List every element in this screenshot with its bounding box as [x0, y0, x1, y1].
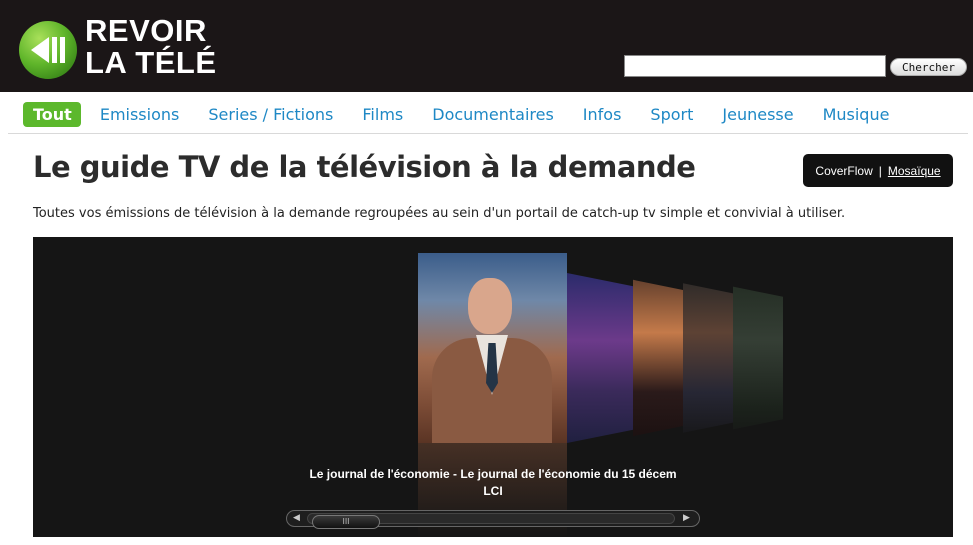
nav-list: Tout Emissions Series / Fictions Films D…	[8, 94, 968, 134]
nav-item-series-fictions[interactable]: Series / Fictions	[208, 105, 333, 124]
nav-item-jeunesse[interactable]: Jeunesse	[722, 105, 793, 124]
cover-face	[468, 278, 512, 334]
nav-item-documentaires[interactable]: Documentaires	[432, 105, 554, 124]
nav-item-emissions[interactable]: Emissions	[100, 105, 180, 124]
cover-item[interactable]	[567, 273, 635, 443]
logo-line-2: LA TÉLÉ	[85, 45, 217, 80]
category-nav: Tout Emissions Series / Fictions Films D…	[8, 94, 968, 134]
nav-item-films[interactable]: Films	[362, 105, 403, 124]
cover-item-selected[interactable]	[418, 253, 567, 443]
view-mosaique-link[interactable]: Mosaïque	[888, 164, 941, 178]
cover-item[interactable]	[733, 286, 783, 430]
nav-item-infos[interactable]: Infos	[583, 105, 622, 124]
rewind-play-icon[interactable]	[18, 20, 78, 80]
site-logo[interactable]: REVOIR LA TÉLÉ	[85, 15, 217, 79]
cover-item[interactable]	[683, 283, 733, 433]
nav-item-tout[interactable]: Tout	[23, 101, 81, 127]
nav-item-sport[interactable]: Sport	[650, 105, 693, 124]
site-header: REVOIR LA TÉLÉ Chercher	[0, 0, 973, 92]
cover-item[interactable]	[633, 279, 683, 437]
coverflow: Le journal de l'économie - Le journal de…	[33, 237, 953, 537]
logo-line-1: REVOIR	[85, 13, 207, 48]
search-button[interactable]: Chercher	[890, 58, 967, 76]
cover-caption-channel: LCI	[483, 484, 503, 498]
view-separator: |	[878, 163, 882, 178]
view-switch: CoverFlow | Mosaïque	[803, 154, 953, 187]
view-coverflow[interactable]: CoverFlow	[815, 164, 872, 178]
intro-text: Toutes vos émissions de télévision à la …	[33, 206, 846, 221]
scroll-track[interactable]: III	[307, 513, 675, 529]
arrow-left-icon[interactable]: ◀	[293, 514, 303, 523]
cover-caption: Le journal de l'économie - Le journal de…	[33, 466, 953, 500]
cover-caption-title: Le journal de l'économie - Le journal de…	[309, 467, 677, 481]
coverflow-scrollbar[interactable]: ◀ III ▶	[286, 510, 700, 529]
page-title: Le guide TV de la télévision à la demand…	[33, 150, 696, 184]
scroll-thumb[interactable]: III	[312, 515, 380, 529]
search-input[interactable]	[624, 55, 886, 77]
arrow-right-icon[interactable]: ▶	[683, 514, 693, 523]
nav-item-musique[interactable]: Musique	[823, 105, 890, 124]
